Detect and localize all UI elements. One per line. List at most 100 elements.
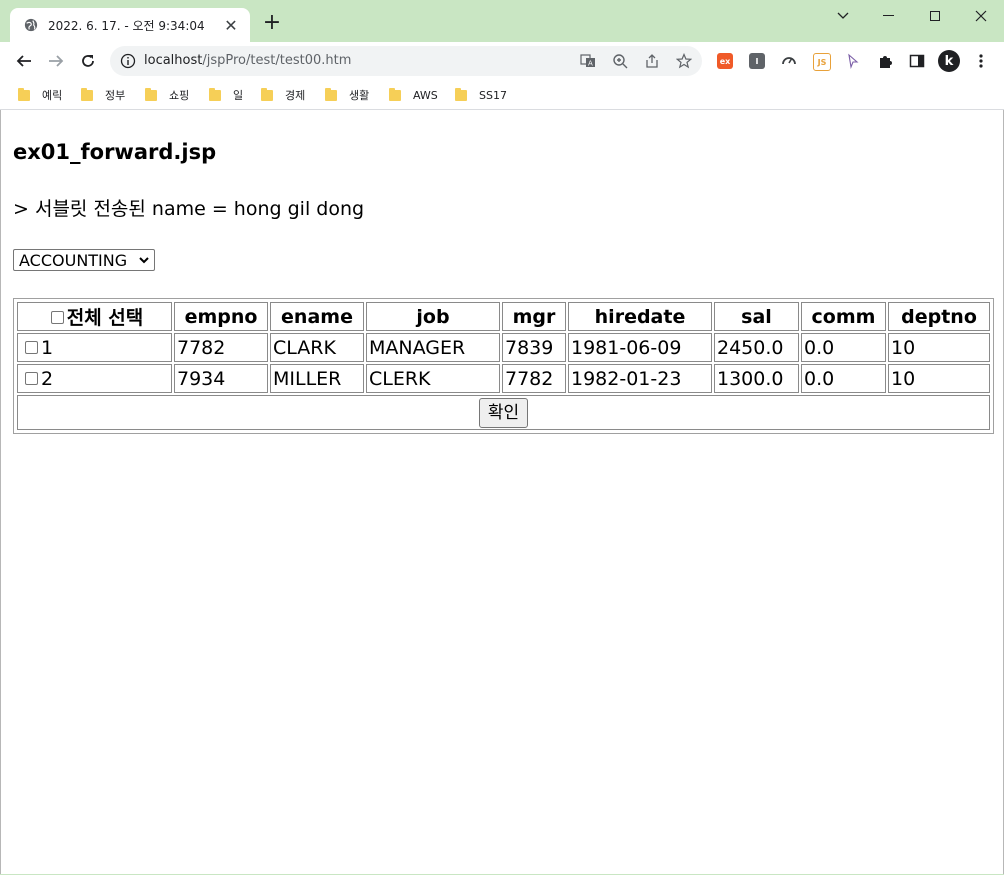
profile-avatar[interactable]: k — [938, 50, 960, 72]
reload-icon — [82, 55, 94, 67]
row-select-cell: 1 — [17, 333, 172, 362]
department-select[interactable]: ACCOUNTING — [13, 249, 155, 271]
page-title: ex01_forward.jsp — [13, 140, 217, 164]
svg-text:A: A — [588, 60, 593, 68]
employee-table: 전체 선택 empno ename job mgr hiredate sal c… — [13, 298, 994, 434]
table-row: 2 7934 MILLER CLERK 7782 1982-01-23 1300… — [17, 364, 990, 393]
column-header: mgr — [502, 302, 566, 331]
table-header-row: 전체 선택 empno ename job mgr hiredate sal c… — [17, 302, 990, 331]
table-row: 1 7782 CLARK MANAGER 7839 1981-06-09 245… — [17, 333, 990, 362]
select-all-checkbox[interactable] — [50, 311, 64, 324]
column-header: comm — [801, 302, 886, 331]
browser-window: 2022. 6. 17. - 오전 9:34:04 ✕ + localhost/… — [0, 0, 1004, 875]
folder-icon — [209, 87, 221, 101]
ename-cell: CLARK — [270, 333, 364, 362]
ex-extension-icon[interactable]: ex — [717, 53, 733, 69]
bookmark-folder[interactable]: AWS — [389, 86, 438, 104]
url-host: localhost — [144, 53, 203, 68]
row-checkbox[interactable] — [25, 371, 38, 385]
sal-cell: 2450.0 — [714, 333, 799, 362]
url-path: /jspPro/test/test00.htm — [202, 53, 352, 68]
confirm-row: 확인 — [17, 395, 990, 430]
deptno-cell: 10 — [888, 364, 990, 393]
bookmark-folder[interactable]: 예릭 — [18, 86, 62, 104]
folder-icon — [389, 87, 401, 101]
globe-icon — [24, 18, 38, 32]
url-text[interactable]: localhost/jspPro/test/test00.htm — [144, 53, 351, 68]
new-tab-button[interactable]: + — [260, 12, 284, 36]
bookmark-folder[interactable]: 쇼핑 — [145, 86, 189, 104]
tab-title: 2022. 6. 17. - 오전 9:34:04 — [48, 18, 205, 33]
i-extension-icon[interactable]: I — [749, 53, 765, 69]
star-icon[interactable] — [676, 53, 692, 69]
bookmark-folder[interactable]: 경제 — [261, 86, 305, 104]
column-header: sal — [714, 302, 799, 331]
folder-icon — [18, 87, 30, 101]
js-extension-icon[interactable]: JS — [813, 53, 831, 71]
side-panel-icon[interactable] — [909, 53, 925, 69]
bookmark-folder[interactable]: 정부 — [81, 86, 125, 104]
department-select-value: ACCOUNTING — [19, 250, 128, 270]
close-tab-icon[interactable]: ✕ — [222, 16, 240, 35]
minimize-button[interactable] — [866, 4, 912, 28]
row-index: 1 — [41, 336, 54, 359]
bookmarks-bar: 예릭 정부 쇼핑 일 경제 생활 AWS SS17 — [0, 80, 1004, 110]
select-all-header: 전체 선택 — [17, 302, 172, 331]
share-icon[interactable] — [644, 53, 660, 69]
maximize-icon — [929, 10, 940, 21]
column-header: deptno — [888, 302, 990, 331]
forward-button[interactable] — [42, 47, 70, 75]
puzzle-icon[interactable] — [877, 53, 893, 69]
folder-icon — [145, 87, 157, 101]
chevron-down-icon — [139, 257, 149, 264]
speed-extension-icon[interactable] — [781, 53, 797, 69]
address-bar[interactable]: localhost/jspPro/test/test00.htm A — [110, 46, 702, 76]
confirm-cell: 확인 — [17, 395, 990, 430]
tab-search-button[interactable] — [820, 4, 866, 28]
folder-icon — [325, 87, 337, 101]
empno-cell: 7934 — [174, 364, 268, 393]
row-checkbox[interactable] — [25, 340, 38, 354]
translate-icon[interactable]: A — [580, 53, 596, 69]
info-icon[interactable] — [120, 53, 136, 69]
back-button[interactable] — [10, 47, 38, 75]
column-header: ename — [270, 302, 364, 331]
mgr-cell: 7839 — [502, 333, 566, 362]
folder-icon — [81, 87, 93, 101]
tab-active[interactable]: 2022. 6. 17. - 오전 9:34:04 ✕ — [10, 8, 250, 42]
arrow-right-icon — [49, 55, 64, 67]
job-cell: MANAGER — [366, 333, 500, 362]
reload-button[interactable] — [74, 47, 102, 75]
hiredate-cell: 1982-01-23 — [568, 364, 712, 393]
empno-cell: 7782 — [174, 333, 268, 362]
bookmark-folder[interactable]: 일 — [209, 86, 243, 104]
close-icon — [975, 10, 987, 22]
tab-strip: 2022. 6. 17. - 오전 9:34:04 ✕ + — [0, 0, 1004, 42]
browser-toolbar: localhost/jspPro/test/test00.htm A ex I … — [0, 42, 1004, 80]
folder-icon — [455, 87, 467, 101]
deptno-cell: 10 — [888, 333, 990, 362]
row-select-cell: 2 — [17, 364, 172, 393]
menu-icon[interactable] — [973, 53, 989, 69]
confirm-button[interactable]: 확인 — [478, 397, 529, 428]
select-all-label: 전체 선택 — [66, 307, 144, 329]
ename-cell: MILLER — [270, 364, 364, 393]
comm-cell: 0.0 — [801, 333, 886, 362]
cursor-extension-icon[interactable] — [845, 53, 861, 69]
bookmark-folder[interactable]: 생활 — [325, 86, 369, 104]
comm-cell: 0.0 — [801, 364, 886, 393]
mgr-cell: 7782 — [502, 364, 566, 393]
maximize-button[interactable] — [912, 4, 958, 28]
zoom-icon[interactable] — [612, 53, 628, 69]
close-window-button[interactable] — [958, 4, 1004, 28]
folder-icon — [261, 87, 273, 101]
minimize-icon — [883, 15, 894, 16]
column-header: empno — [174, 302, 268, 331]
row-index: 2 — [41, 367, 54, 390]
servlet-message: > 서블릿 전송된 name = hong gil dong — [13, 198, 365, 220]
job-cell: CLERK — [366, 364, 500, 393]
page-content: ex01_forward.jsp > 서블릿 전송된 name = hong g… — [0, 110, 1004, 874]
bookmark-folder[interactable]: SS17 — [455, 86, 507, 104]
sal-cell: 1300.0 — [714, 364, 799, 393]
hiredate-cell: 1981-06-09 — [568, 333, 712, 362]
